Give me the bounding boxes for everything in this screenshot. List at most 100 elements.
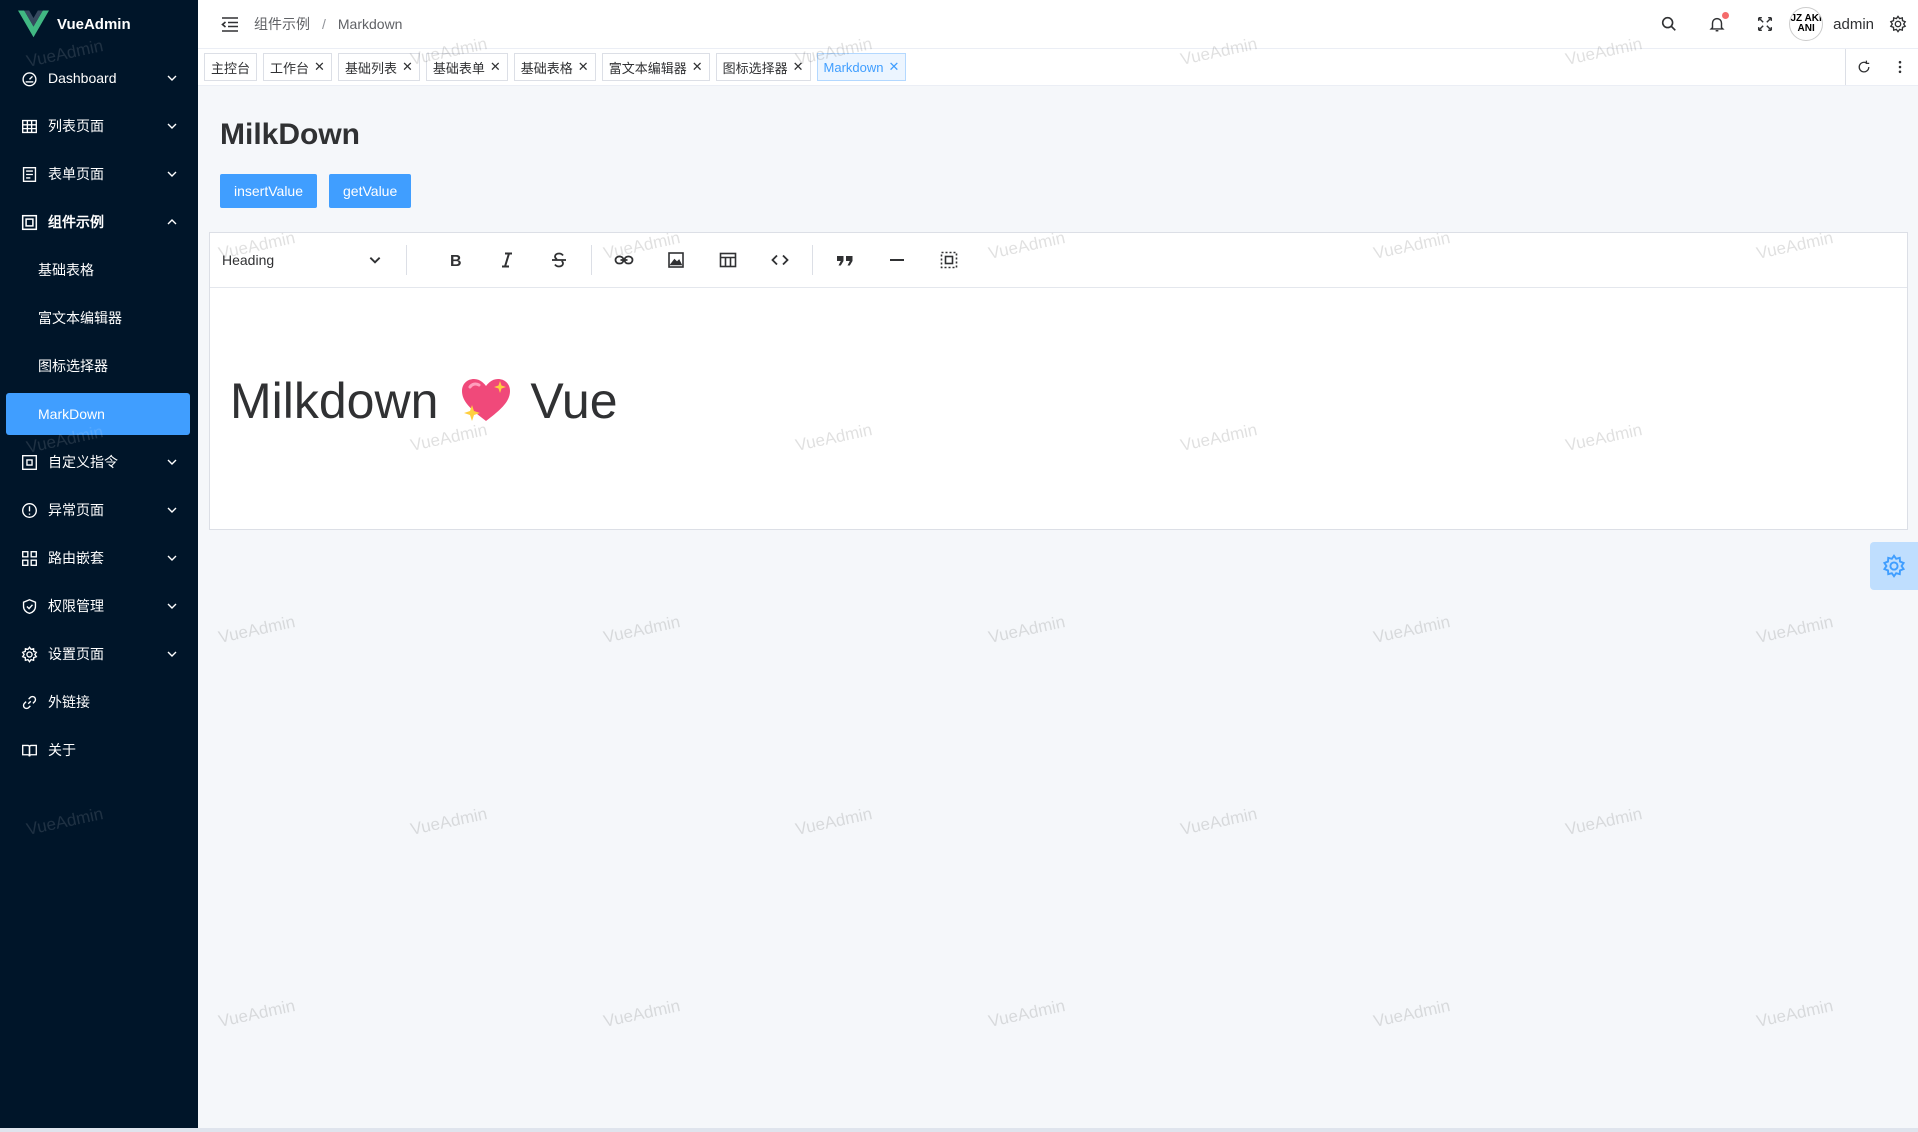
main-content: MilkDown insertValue getValue Heading B … bbox=[198, 86, 1918, 1128]
tag-basic-table[interactable]: 基础表格 ✕ bbox=[513, 53, 596, 81]
tag-basic-list[interactable]: 基础列表 ✕ bbox=[337, 53, 420, 81]
close-icon[interactable]: ✕ bbox=[889, 59, 900, 75]
bold-icon[interactable]: B bbox=[440, 245, 470, 275]
chevron-down-icon bbox=[167, 603, 177, 609]
sidebar-subitem-markdown[interactable]: MarkDown bbox=[6, 393, 190, 435]
shield-icon bbox=[20, 597, 38, 615]
insert-value-button[interactable]: insertValue bbox=[220, 174, 318, 208]
avatar-text: JZ AKI ANI bbox=[1790, 13, 1822, 34]
get-value-button[interactable]: getValue bbox=[329, 174, 412, 208]
sidebar-item-external-link[interactable]: 外链接 bbox=[0, 678, 198, 726]
select-all-icon[interactable] bbox=[934, 245, 964, 275]
chevron-down-icon bbox=[167, 555, 177, 561]
chevron-down-icon bbox=[167, 123, 177, 129]
sidebar-item-label: 外链接 bbox=[48, 694, 90, 710]
sidebar-item-list[interactable]: 列表页面 bbox=[0, 102, 198, 150]
link-icon bbox=[20, 693, 38, 711]
image-icon[interactable] bbox=[661, 245, 691, 275]
fullscreen-icon[interactable] bbox=[1755, 14, 1775, 34]
more-vertical-icon[interactable] bbox=[1882, 49, 1918, 85]
refresh-icon[interactable] bbox=[1846, 49, 1882, 85]
tag-label: 基础列表 bbox=[344, 60, 397, 76]
search-icon[interactable] bbox=[1659, 14, 1679, 34]
sidebar-item-about[interactable]: 关于 bbox=[0, 726, 198, 774]
tag-markdown[interactable]: Markdown ✕ bbox=[816, 53, 907, 81]
sidebar-item-label: 路由嵌套 bbox=[48, 550, 104, 566]
table-icon[interactable] bbox=[713, 245, 743, 275]
sidebar-item-nested-routes[interactable]: 路由嵌套 bbox=[0, 534, 198, 582]
editor-text-right: Vue bbox=[530, 373, 618, 429]
menu-fold-icon[interactable] bbox=[220, 14, 240, 34]
toolbar-divider bbox=[591, 245, 592, 275]
bottom-scroll-track bbox=[0, 1128, 1918, 1132]
link-icon[interactable] bbox=[609, 245, 639, 275]
editor-content[interactable]: Milkdown Vue bbox=[210, 288, 1907, 430]
heading-select-value: Heading bbox=[222, 252, 275, 268]
top-header: 组件示例 / Markdown JZ AKI ANI admin bbox=[198, 0, 1918, 49]
gear-icon bbox=[1882, 554, 1906, 578]
sidebar-item-directives[interactable]: 自定义指令 bbox=[0, 438, 198, 486]
notification-dot bbox=[1722, 12, 1730, 19]
tag-home[interactable]: 主控台 bbox=[204, 53, 258, 81]
sidebar-subitem-rich-editor[interactable]: 富文本编辑器 bbox=[0, 294, 198, 342]
sidebar-subitem-icon-picker[interactable]: 图标选择器 bbox=[0, 342, 198, 390]
page-title: MilkDown bbox=[220, 118, 360, 151]
close-icon[interactable]: ✕ bbox=[490, 59, 501, 75]
sidebar-item-settings[interactable]: 设置页面 bbox=[0, 630, 198, 678]
chevron-down-icon bbox=[167, 507, 177, 513]
svg-text:B: B bbox=[450, 253, 462, 270]
sidebar-item-form[interactable]: 表单页面 bbox=[0, 150, 198, 198]
avatar[interactable]: JZ AKI ANI bbox=[1789, 7, 1824, 41]
breadcrumb: 组件示例 / Markdown bbox=[254, 14, 402, 34]
chevron-down-icon bbox=[167, 75, 177, 81]
warning-icon bbox=[20, 501, 38, 519]
vue-logo-icon bbox=[18, 10, 49, 38]
tags-view: 主控台 工作台 ✕ 基础列表 ✕ 基础表单 ✕ 基础表格 ✕ 富文本编辑器 ✕ 图标选择器… bbox=[198, 49, 1918, 86]
app-logo[interactable]: VueAdmin bbox=[0, 0, 198, 48]
tag-rich-editor[interactable]: 富文本编辑器 ✕ bbox=[601, 53, 710, 81]
sidebar-item-dashboard[interactable]: Dashboard bbox=[0, 54, 198, 102]
sidebar-item-label: 关于 bbox=[48, 742, 76, 758]
tags-actions bbox=[1845, 49, 1918, 85]
close-icon[interactable]: ✕ bbox=[402, 59, 413, 75]
breadcrumb-separator: / bbox=[322, 16, 326, 32]
close-icon[interactable]: ✕ bbox=[578, 59, 589, 75]
close-icon[interactable]: ✕ bbox=[692, 59, 703, 75]
sidebar-subitem-basic-table[interactable]: 基础表格 bbox=[0, 246, 198, 294]
settings-drawer-button[interactable] bbox=[1870, 542, 1918, 590]
tag-icon-picker[interactable]: 图标选择器 ✕ bbox=[715, 53, 811, 81]
sparkling-heart-icon bbox=[462, 379, 511, 421]
tag-basic-form[interactable]: 基础表单 ✕ bbox=[425, 53, 508, 81]
table-icon bbox=[20, 117, 38, 135]
bell-icon[interactable] bbox=[1707, 12, 1730, 34]
sidebar-item-components[interactable]: 组件示例 bbox=[0, 198, 198, 246]
chevron-down-icon bbox=[167, 459, 177, 465]
chevron-down-icon bbox=[167, 651, 177, 657]
header-actions: JZ AKI ANI admin bbox=[1645, 0, 1918, 48]
italic-icon[interactable] bbox=[492, 245, 522, 275]
sidebar-item-label: 组件示例 bbox=[48, 214, 104, 230]
tag-label: 图标选择器 bbox=[722, 60, 788, 76]
breadcrumb-item[interactable]: 组件示例 bbox=[254, 14, 310, 34]
close-icon[interactable]: ✕ bbox=[793, 59, 804, 75]
username[interactable]: admin bbox=[1833, 16, 1874, 33]
editor-toolbar: Heading B bbox=[210, 233, 1907, 288]
route-icon bbox=[20, 549, 38, 567]
heading-select[interactable]: Heading bbox=[222, 245, 407, 275]
tag-workbench[interactable]: 工作台 ✕ bbox=[263, 53, 332, 81]
code-icon[interactable] bbox=[765, 245, 795, 275]
horizontal-rule-icon[interactable] bbox=[882, 245, 912, 275]
button-group: insertValue getValue bbox=[220, 174, 1907, 208]
dashboard-icon bbox=[20, 69, 38, 87]
quote-icon[interactable] bbox=[830, 245, 860, 275]
command-icon bbox=[20, 453, 38, 471]
sidebar-item-exception[interactable]: 异常页面 bbox=[0, 486, 198, 534]
sidebar-item-permissions[interactable]: 权限管理 bbox=[0, 582, 198, 630]
chevron-up-icon bbox=[167, 219, 177, 225]
strikethrough-icon[interactable] bbox=[544, 245, 574, 275]
close-icon[interactable]: ✕ bbox=[314, 59, 325, 75]
watermark: VueAdmin bbox=[24, 804, 105, 839]
tag-label: 基础表单 bbox=[432, 60, 485, 76]
component-icon bbox=[20, 213, 38, 231]
gear-icon[interactable] bbox=[1888, 14, 1908, 34]
